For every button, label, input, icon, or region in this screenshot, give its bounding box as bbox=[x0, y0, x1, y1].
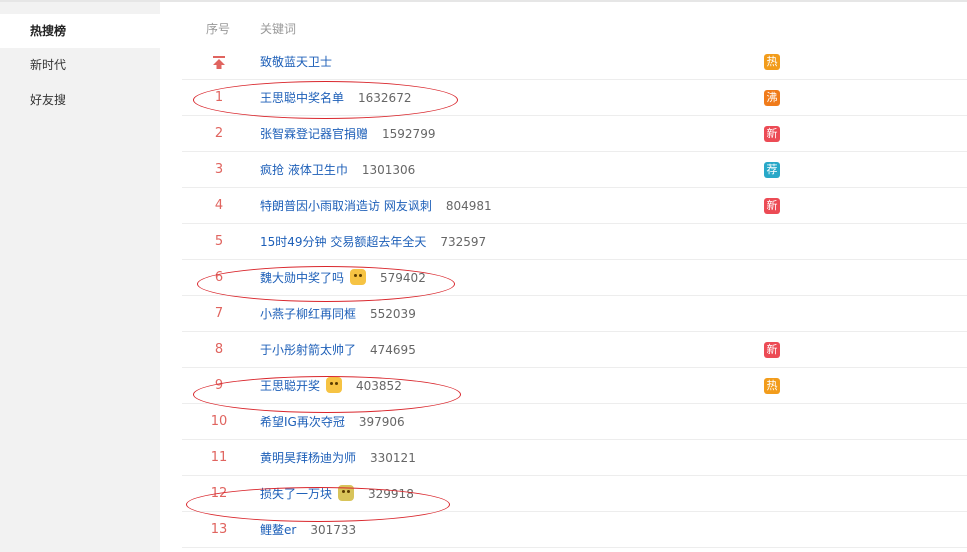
rank-number: 7 bbox=[214, 306, 224, 321]
rank-number: 13 bbox=[210, 522, 228, 537]
table-header: 序号 关键词 bbox=[182, 2, 967, 46]
status-badge: 新 bbox=[764, 198, 780, 214]
status-badge: 荐 bbox=[764, 162, 780, 178]
search-count: 552039 bbox=[370, 307, 416, 321]
status-badge: 热 bbox=[764, 378, 780, 394]
search-count: 329918 bbox=[368, 487, 414, 501]
keyword-text: 致敬蓝天卫士 bbox=[260, 55, 333, 69]
pin-top-icon bbox=[213, 56, 225, 69]
rank-number: 12 bbox=[210, 486, 228, 501]
doge-emoji bbox=[350, 269, 367, 285]
keyword-link[interactable]: 致敬蓝天卫士 bbox=[260, 44, 332, 80]
crying-emoji bbox=[338, 485, 355, 501]
status-badge: 新 bbox=[764, 126, 780, 142]
keyword-link[interactable]: 于小彤射箭太帅了 474695 bbox=[260, 332, 416, 368]
keyword-link[interactable]: 小燕子柳红再同框 552039 bbox=[260, 296, 416, 332]
table-row[interactable]: 6 魏大勋中奖了吗 579402 bbox=[182, 260, 967, 296]
search-count: 732597 bbox=[440, 235, 487, 249]
sidebar-item-hot-search[interactable]: 热搜榜 bbox=[0, 14, 160, 48]
hot-search-list: 序号 关键词 致敬蓝天卫士热 1 王思聪中奖名单 1632672 沸 2 张智霖登记器官捐赠… bbox=[160, 2, 967, 552]
table-row[interactable]: 7 小燕子柳红再同框 552039 bbox=[182, 296, 967, 332]
keyword-link[interactable]: 张智霖登记器官捐赠 1592799 bbox=[260, 116, 435, 152]
rank-number: 3 bbox=[214, 162, 224, 177]
status-badge: 沸 bbox=[764, 90, 780, 106]
keyword-link[interactable]: 王思聪开奖 403852 bbox=[260, 368, 402, 404]
column-header-rank: 序号 bbox=[206, 22, 231, 36]
keyword-link[interactable]: 魏大勋中奖了吗 579402 bbox=[260, 260, 426, 296]
search-count: 1632672 bbox=[358, 91, 412, 105]
table-row[interactable]: 9 王思聪开奖 403852 热 bbox=[182, 368, 967, 404]
keyword-link[interactable]: 王思聪中奖名单 1632672 bbox=[260, 80, 411, 116]
keyword-text: 特朗普因小雨取消造访 网友讽刺 bbox=[260, 199, 432, 213]
sidebar-item-friends-search[interactable]: 好友搜 bbox=[0, 83, 160, 117]
keyword-link[interactable]: 15时49分钟 交易额超去年全天 732597 bbox=[260, 224, 486, 260]
sidebar: 热搜榜 新时代 好友搜 bbox=[0, 2, 160, 552]
table-row[interactable]: 10 希望IG再次夺冠 397906 bbox=[182, 404, 967, 440]
keyword-text: 于小彤射箭太帅了 bbox=[260, 343, 357, 357]
search-count: 474695 bbox=[370, 343, 416, 357]
keyword-text: 希望IG再次夺冠 bbox=[260, 415, 345, 429]
keyword-text: 张智霖登记器官捐赠 bbox=[260, 127, 369, 141]
sidebar-item-label: 热搜榜 bbox=[30, 24, 67, 38]
table-row[interactable]: 2 张智霖登记器官捐赠 1592799 新 bbox=[182, 116, 967, 152]
search-count: 579402 bbox=[380, 271, 426, 285]
keyword-link[interactable]: 特朗普因小雨取消造访 网友讽刺 804981 bbox=[260, 188, 492, 224]
rank-number: 2 bbox=[214, 126, 224, 141]
search-count: 301733 bbox=[310, 523, 357, 537]
keyword-text: 魏大勋中奖了吗 bbox=[260, 271, 345, 285]
table-row[interactable]: 13 鲤鳌er 301733 bbox=[182, 512, 967, 548]
table-body: 致敬蓝天卫士热 1 王思聪中奖名单 1632672 沸 2 张智霖登记器官捐赠 1592799… bbox=[182, 44, 967, 548]
rank-number: 9 bbox=[214, 378, 224, 393]
rank-number: 11 bbox=[210, 450, 228, 465]
keyword-text: 王思聪开奖 bbox=[260, 379, 321, 393]
rank-number: 8 bbox=[214, 342, 224, 357]
keyword-text: 鲤鳌er bbox=[260, 523, 297, 537]
table-row[interactable]: 4 特朗普因小雨取消造访 网友讽刺 804981 新 bbox=[182, 188, 967, 224]
status-badge: 热 bbox=[764, 54, 780, 70]
doge-emoji bbox=[326, 377, 343, 393]
sidebar-item-label: 新时代 bbox=[30, 58, 67, 72]
column-header-keyword: 关键词 bbox=[260, 22, 297, 36]
keyword-link[interactable]: 黄明昊拜杨迪为师 330121 bbox=[260, 440, 416, 476]
keyword-text: 15时49分钟 交易额超去年全天 bbox=[260, 235, 427, 249]
rank-number: 5 bbox=[214, 234, 224, 249]
rank-number: 10 bbox=[210, 414, 228, 429]
keyword-text: 小燕子柳红再同框 bbox=[260, 307, 357, 321]
search-count: 397906 bbox=[358, 415, 405, 429]
keyword-text: 疯抢 液体卫生巾 bbox=[260, 163, 348, 177]
table-row[interactable]: 3 疯抢 液体卫生巾 1301306 荐 bbox=[182, 152, 967, 188]
status-badge: 新 bbox=[764, 342, 780, 358]
sidebar-item-label: 好友搜 bbox=[30, 93, 67, 107]
rank-number: 4 bbox=[214, 198, 224, 213]
sidebar-item-new-era[interactable]: 新时代 bbox=[0, 48, 160, 82]
rank-number: 6 bbox=[214, 270, 224, 285]
keyword-link[interactable]: 鲤鳌er 301733 bbox=[260, 512, 356, 548]
search-count: 804981 bbox=[445, 199, 492, 213]
table-row[interactable]: 8 于小彤射箭太帅了 474695 新 bbox=[182, 332, 967, 368]
search-count: 330121 bbox=[370, 451, 416, 465]
table-row[interactable]: 5 15时49分钟 交易额超去年全天 732597 bbox=[182, 224, 967, 260]
rank-number: 1 bbox=[214, 90, 224, 105]
search-count: 1301306 bbox=[361, 163, 416, 177]
keyword-text: 损失了一万块 bbox=[260, 487, 333, 501]
table-row[interactable]: 11 黄明昊拜杨迪为师 330121 bbox=[182, 440, 967, 476]
search-count: 1592799 bbox=[382, 127, 436, 141]
table-row[interactable]: 致敬蓝天卫士 热 bbox=[182, 44, 967, 80]
keyword-link[interactable]: 疯抢 液体卫生巾 1301306 bbox=[260, 152, 415, 188]
keyword-text: 黄明昊拜杨迪为师 bbox=[260, 451, 357, 465]
table-row[interactable]: 12 损失了一万块 329918 bbox=[182, 476, 967, 512]
keyword-link[interactable]: 希望IG再次夺冠 397906 bbox=[260, 404, 405, 440]
search-count: 403852 bbox=[356, 379, 402, 393]
keyword-link[interactable]: 损失了一万块 329918 bbox=[260, 476, 414, 512]
table-row[interactable]: 1 王思聪中奖名单 1632672 沸 bbox=[182, 80, 967, 116]
keyword-text: 王思聪中奖名单 bbox=[260, 91, 345, 105]
